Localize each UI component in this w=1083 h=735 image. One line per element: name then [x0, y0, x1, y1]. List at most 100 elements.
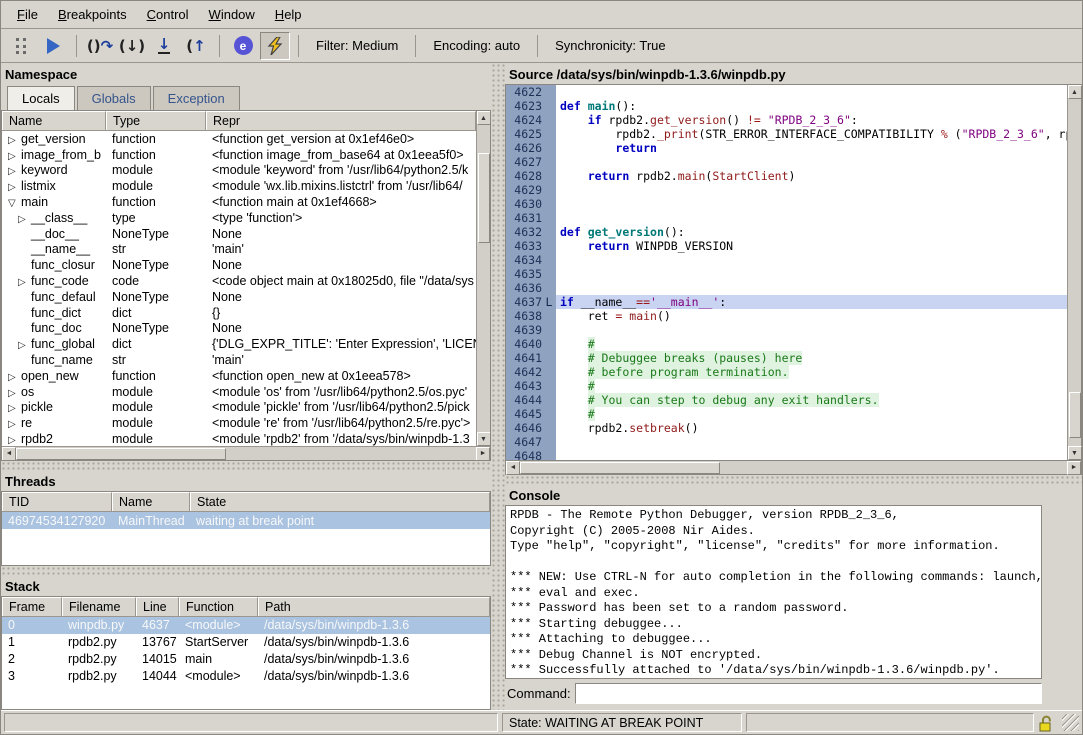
console-output[interactable]: RPDB - The Remote Python Debugger, versi… [505, 505, 1042, 679]
namespace-row[interactable]: ▷func_codecode<code object main at 0x180… [2, 273, 476, 289]
namespace-row[interactable]: ▷osmodule<module 'os' from '/usr/lib64/p… [2, 384, 476, 400]
go-button[interactable] [38, 32, 68, 60]
collapse-icon[interactable]: ▽ [8, 198, 21, 209]
scroll-up-icon[interactable]: ▲ [1068, 85, 1082, 99]
namespace-row[interactable]: __name__str'main' [2, 242, 476, 258]
namespace-row[interactable]: ▷image_from_bfunction<function image_fro… [2, 147, 476, 163]
namespace-row[interactable]: ▷picklemodule<module 'pickle' from '/usr… [2, 400, 476, 416]
splitter[interactable] [505, 475, 1082, 484]
namespace-row[interactable]: ▷listmixmodule<module 'wx.lib.mixins.lis… [2, 178, 476, 194]
source-vscrollbar[interactable]: ▲ ▼ [1067, 85, 1081, 460]
source-line[interactable]: 4627 [506, 155, 1067, 169]
step-over-button[interactable]: ()↷ [85, 32, 115, 60]
source-line[interactable]: 4644 # You can step to debug any exit ha… [506, 393, 1067, 407]
namespace-hscrollbar[interactable]: ◄ ► [2, 446, 490, 460]
expand-icon[interactable]: ▷ [8, 419, 21, 430]
stack-col-filename[interactable]: Filename [62, 597, 136, 616]
source-line[interactable]: 4647 [506, 435, 1067, 449]
namespace-row[interactable]: ▷remodule<module 're' from '/usr/lib64/p… [2, 415, 476, 431]
tab-globals[interactable]: Globals [77, 86, 151, 110]
source-line[interactable]: 4633 return WINPDB_VERSION [506, 239, 1067, 253]
namespace-row[interactable]: ▷open_newfunction<function open_new at 0… [2, 368, 476, 384]
expand-icon[interactable]: ▷ [8, 372, 21, 383]
expand-icon[interactable]: ▷ [8, 151, 21, 162]
namespace-col-type[interactable]: Type [106, 111, 206, 130]
namespace-row[interactable]: ▷__class__type<type 'function'> [2, 210, 476, 226]
namespace-vscrollbar[interactable]: ▲ ▼ [476, 111, 490, 446]
namespace-row[interactable]: func_dictdict{} [2, 305, 476, 321]
source-line[interactable]: 4626 return [506, 141, 1067, 155]
namespace-row[interactable]: ▽mainfunction<function main at 0x1ef4668… [2, 194, 476, 210]
source-line[interactable]: 4642 # before program termination. [506, 365, 1067, 379]
source-line[interactable]: 4639 [506, 323, 1067, 337]
expand-icon[interactable]: ▷ [8, 166, 21, 177]
expand-icon[interactable]: ▷ [8, 435, 21, 446]
menu-help[interactable]: Help [265, 3, 312, 26]
resize-grip[interactable] [1062, 714, 1079, 731]
scroll-thumb[interactable] [1069, 392, 1081, 438]
scroll-left-icon[interactable]: ◄ [506, 461, 520, 475]
threads-col-tid[interactable]: TID [2, 492, 112, 511]
namespace-col-name[interactable]: Name [2, 111, 106, 130]
namespace-row[interactable]: func_docNoneTypeNone [2, 321, 476, 337]
scroll-thumb[interactable] [520, 462, 720, 474]
source-line[interactable]: 4636 [506, 281, 1067, 295]
thread-row[interactable]: 46974534127920MainThreadwaiting at break… [2, 512, 490, 529]
threads-col-state[interactable]: State [190, 492, 490, 511]
menu-control[interactable]: Control [137, 3, 199, 26]
command-input[interactable] [575, 683, 1042, 704]
namespace-row[interactable]: func_defaulNoneTypeNone [2, 289, 476, 305]
stack-frame-row[interactable]: 3rpdb2.py14044<module>/data/sys/bin/winp… [2, 667, 490, 684]
splitter[interactable] [491, 63, 505, 710]
expand-icon[interactable]: ▷ [18, 277, 31, 288]
tab-locals[interactable]: Locals [7, 86, 75, 111]
source-line[interactable]: 4645 # [506, 407, 1067, 421]
namespace-row[interactable]: ▷keywordmodule<module 'keyword' from '/u… [2, 163, 476, 179]
source-line[interactable]: 4631 [506, 211, 1067, 225]
step-into-button[interactable]: (↓) [117, 32, 147, 60]
source-line[interactable]: 4625 rpdb2._print(STR_ERROR_INTERFACE_CO… [506, 127, 1067, 141]
splitter[interactable] [1, 461, 491, 470]
source-line[interactable]: 4634 [506, 253, 1067, 267]
splitter[interactable] [1, 566, 491, 575]
menu-window[interactable]: Window [199, 3, 265, 26]
scroll-thumb[interactable] [16, 448, 226, 460]
source-line[interactable]: 4629 [506, 183, 1067, 197]
namespace-row[interactable]: func_namestr'main' [2, 352, 476, 368]
source-line[interactable]: 4628 return rpdb2.main(StartClient) [506, 169, 1067, 183]
scroll-down-icon[interactable]: ▼ [477, 432, 491, 446]
source-hscrollbar[interactable]: ◄ ► [505, 461, 1082, 475]
scroll-right-icon[interactable]: ► [1067, 461, 1081, 475]
menu-breakpoints[interactable]: Breakpoints [48, 3, 137, 26]
expand-icon[interactable]: ▷ [8, 388, 21, 399]
namespace-row[interactable]: __doc__NoneTypeNone [2, 226, 476, 242]
source-line[interactable]: 4624 if rpdb2.get_version() != "RPDB_2_3… [506, 113, 1067, 127]
scroll-right-icon[interactable]: ► [476, 447, 490, 461]
stack-col-path[interactable]: Path [258, 597, 490, 616]
source-line[interactable]: 4648 [506, 449, 1067, 460]
source-line[interactable]: 4630 [506, 197, 1067, 211]
source-line[interactable]: 4622 [506, 85, 1067, 99]
synchronicity-button[interactable] [260, 32, 290, 60]
source-line[interactable]: 4643 # [506, 379, 1067, 393]
source-line[interactable]: 4641 # Debuggee breaks (pauses) here [506, 351, 1067, 365]
expand-icon[interactable]: ▷ [18, 340, 31, 351]
encoding-button[interactable]: e [228, 32, 258, 60]
expand-icon[interactable]: ▷ [8, 182, 21, 193]
tab-exception[interactable]: Exception [153, 86, 240, 110]
expand-icon[interactable]: ▷ [18, 214, 31, 225]
source-code[interactable]: 46224623def main():4624 if rpdb2.get_ver… [506, 85, 1067, 460]
expand-icon[interactable]: ▷ [8, 403, 21, 414]
namespace-col-repr[interactable]: Repr [206, 111, 476, 130]
source-line[interactable]: 4632def get_version(): [506, 225, 1067, 239]
expand-icon[interactable]: ▷ [8, 135, 21, 146]
namespace-row[interactable]: func_closurNoneTypeNone [2, 257, 476, 273]
menu-file[interactable]: File [7, 3, 48, 26]
scroll-down-icon[interactable]: ▼ [1068, 446, 1082, 460]
stack-frame-row[interactable]: 2rpdb2.py14015main/data/sys/bin/winpdb-1… [2, 651, 490, 668]
source-line[interactable]: 4638 ret = main() [506, 309, 1067, 323]
stack-col-line[interactable]: Line [136, 597, 179, 616]
source-line[interactable]: 4623def main(): [506, 99, 1067, 113]
threads-col-name[interactable]: Name [112, 492, 190, 511]
source-line[interactable]: 4640 # [506, 337, 1067, 351]
